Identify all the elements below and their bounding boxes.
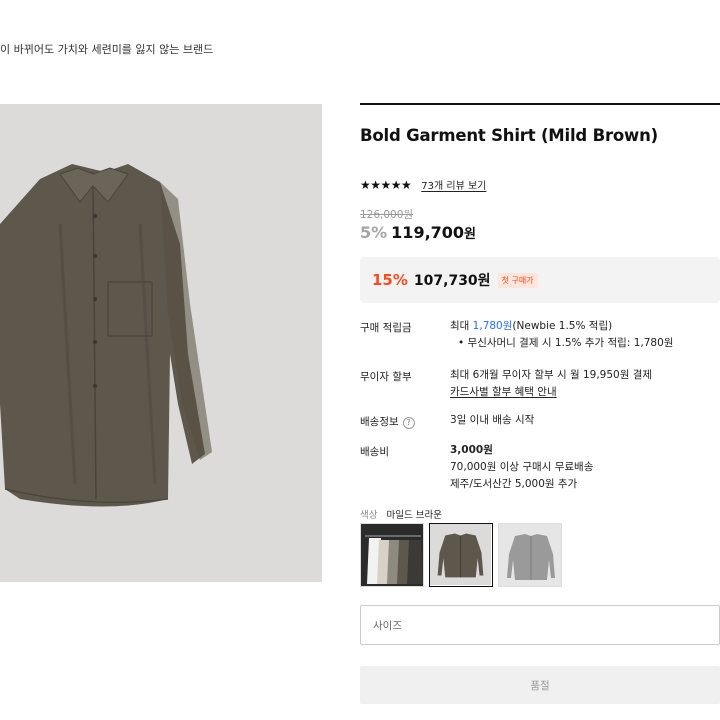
rating-row: ★★★★★ 73개 리뷰 보기 [360,177,486,193]
free-shipping-line: 70,000원 이상 구매시 무료배송 [450,461,594,473]
installment-label: 무이자 할부 [360,371,412,383]
help-circle-icon[interactable]: ? [402,417,415,429]
first-purchase-box: 15% 107,730원 첫 구매가 [360,257,720,303]
shirt-photo [0,104,322,582]
first-purchase-rate: 15% [372,271,408,289]
first-purchase-badge: 첫 구매가 [497,272,538,288]
star-icon: ★★★★★ [360,177,412,192]
points-label: 구매 적립금 [360,322,412,334]
color-swatches [360,523,562,587]
shipping-fee-label: 배송비 [360,446,389,458]
island-shipping-line: 제주/도서산간 5,000원 추가 [450,478,578,490]
swatch-multi-color[interactable] [360,523,424,587]
price-row: 5% 119,700 원 [360,223,476,242]
color-row: 색상 마일드 브라운 [360,507,442,521]
divider [360,103,720,105]
shipping-fee-amount: 3,000원 [450,444,493,456]
product-main-image[interactable] [0,104,322,582]
first-purchase-price: 107,730원 [413,273,491,289]
swatch-mild-brown[interactable] [429,523,493,587]
discount-rate: 5% [360,223,388,242]
installment-link[interactable]: 카드사별 할부 혜택 안내 [450,384,652,401]
installment-value: 최대 6개월 무이자 할부 시 월 19,950원 결제 카드사별 할부 혜택 … [450,367,652,401]
shipping-info-value: 3일 이내 배송 시작 [450,414,535,426]
points-bullet: • 무신사머니 결제 시 1.5% 추가 적립: 1,780원 [458,337,674,349]
original-price: 126,000원 [360,209,414,221]
size-select[interactable]: 사이즈 [360,605,720,645]
points-amount: 1,780원 [472,320,513,332]
soldout-button[interactable]: 품절 [360,666,720,704]
points-suffix: (Newbie 1.5% 적립) [512,320,613,332]
points-prefix: 최대 [450,320,473,332]
color-label: 색상 [360,510,378,521]
color-value: 마일드 브라운 [386,510,442,521]
review-link[interactable]: 73개 리뷰 보기 [421,177,486,192]
brand-description: 이 바뀌어도 가치와 세련미를 잃지 않는 브랜드 [0,43,214,56]
installment-line: 최대 6개월 무이자 할부 시 월 19,950원 결제 [450,369,653,381]
shipping-info-label: 배송정보? [360,414,415,429]
shipping-fee-value: 3,000원 70,000원 이상 구매시 무료배송 제주/도서산간 5,000… [450,442,593,493]
swatch-gray[interactable] [498,523,562,587]
shipping-info-text: 배송정보 [360,416,399,428]
currency-unit: 원 [464,227,477,242]
points-value: 최대 1,780원(Newbie 1.5% 적립) • 무신사머니 결제 시 1… [450,318,673,352]
product-title: Bold Garment Shirt (Mild Brown) [360,126,658,145]
sale-price: 119,700 [391,223,465,242]
